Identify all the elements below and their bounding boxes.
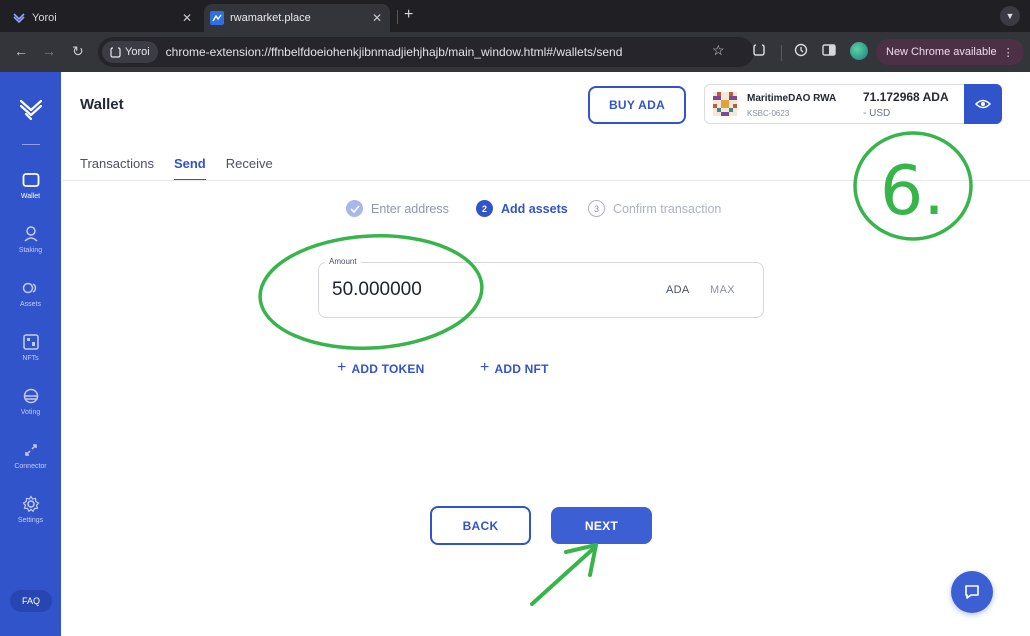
buy-ada-button[interactable]: BUY ADA [588, 86, 686, 124]
sidebar-item-connector[interactable]: Connector [0, 440, 61, 470]
plus-icon: + [480, 359, 490, 376]
tab-receive[interactable]: Receive [226, 156, 273, 181]
wallet-tabs: Transactions Send Receive [80, 156, 273, 181]
eye-icon [975, 99, 991, 109]
amount-input[interactable]: 50.000000 [332, 279, 422, 301]
sidebar-item-wallet[interactable]: Wallet [0, 170, 61, 200]
sidebar-divider [22, 144, 40, 145]
tabs-divider [62, 180, 1030, 181]
rwamarket-icon [210, 11, 224, 25]
add-nft-label: ADD NFT [494, 362, 549, 376]
step-number: 2 [476, 200, 493, 217]
browser-tab-bar: Yoroi ✕ rwamarket.place ✕ + ▼ [0, 0, 1030, 32]
step-label: Confirm transaction [613, 201, 722, 216]
wallet-name: MaritimeDAO RWA [747, 93, 837, 104]
new-tab-icon[interactable]: + [404, 6, 413, 24]
toggle-balance-visibility-button[interactable] [964, 84, 1002, 124]
sidebar-item-staking[interactable]: Staking [0, 224, 61, 254]
site-chip[interactable]: Yoroi [102, 41, 158, 63]
wallet-fiat-balance: - USD [863, 108, 891, 119]
close-icon[interactable]: ✕ [182, 11, 192, 25]
yoroi-logo[interactable] [18, 96, 44, 122]
annotation-arrow-head [564, 543, 598, 577]
tab-transactions[interactable]: Transactions [80, 156, 154, 181]
check-icon [346, 200, 363, 217]
sidebar-item-voting[interactable]: Voting [0, 386, 61, 416]
step-number: 3 [588, 200, 605, 217]
amount-unit: ADA [666, 284, 690, 296]
add-nft-button[interactable]: + ADD NFT [480, 359, 549, 377]
add-token-label: ADD TOKEN [351, 362, 425, 376]
forward-arrow-icon[interactable]: → [42, 43, 56, 59]
back-arrow-icon[interactable]: ← [14, 43, 28, 59]
sidebar-item-label: Settings [17, 517, 44, 524]
sidebar: Wallet Staking Assets NFTs Voting Connec… [0, 72, 61, 636]
chat-support-button[interactable] [951, 571, 993, 613]
reload-icon[interactable]: ↻ [72, 43, 84, 60]
wallet-balance: 71.172968 ADA [863, 90, 949, 104]
wallet-plate: KSBC-0623 [747, 109, 790, 118]
sidebar-item-settings[interactable]: Settings [0, 494, 61, 524]
toolbar-divider [781, 45, 782, 61]
tab-yoroi[interactable]: Yoroi ✕ [6, 4, 200, 32]
back-button[interactable]: BACK [430, 506, 531, 545]
voting-icon [21, 386, 41, 406]
max-button[interactable]: MAX [710, 284, 735, 296]
amount-field[interactable]: Amount 50.000000 ADA MAX [318, 257, 764, 318]
tab-rwamarket[interactable]: rwamarket.place ✕ [204, 4, 390, 32]
sidebar-item-label: Assets [19, 301, 41, 308]
extension-puzzle-icon[interactable] [752, 43, 766, 60]
bookmark-star-icon[interactable]: ☆ [712, 42, 725, 59]
browser-toolbar: ← → ↻ Yoroi chrome-extension://ffnbelfdo… [0, 32, 1030, 72]
tab-title: Yoroi [32, 12, 57, 24]
sidebar-item-label: Staking [18, 247, 43, 254]
kebab-menu-icon: ⋮ [1002, 46, 1014, 59]
nfts-icon [21, 332, 41, 352]
tab-search-icon[interactable]: ▼ [1000, 6, 1020, 26]
sidebar-item-assets[interactable]: Assets [0, 278, 61, 308]
tab-separator [397, 10, 398, 24]
staking-icon [21, 224, 41, 244]
next-button[interactable]: NEXT [551, 507, 652, 544]
page-title: Wallet [80, 96, 124, 113]
annotation-step-number: 6. [880, 152, 945, 231]
address-bar[interactable]: Yoroi chrome-extension://ffnbelfdoeiohen… [98, 37, 754, 67]
wallet-summary-card[interactable]: MaritimeDAO RWA KSBC-0623 71.172968 ADA … [704, 84, 1002, 124]
close-icon[interactable]: ✕ [372, 11, 382, 25]
sidebar-item-label: Connector [14, 463, 47, 470]
sidebar-item-label: Voting [20, 409, 41, 416]
connector-icon [21, 440, 41, 460]
extension-icon [110, 46, 121, 58]
add-token-button[interactable]: + ADD TOKEN [337, 359, 425, 377]
history-icon[interactable] [794, 43, 808, 60]
step-label: Enter address [371, 201, 449, 216]
chrome-update-label: New Chrome available [886, 46, 997, 58]
step-confirm-transaction: 3 Confirm transaction [588, 200, 721, 217]
step-label: Add assets [501, 201, 568, 216]
settings-icon [21, 494, 41, 514]
tab-title: rwamarket.place [230, 12, 311, 24]
sidebar-item-nfts[interactable]: NFTs [0, 332, 61, 362]
profile-avatar[interactable] [850, 42, 868, 60]
sidebar-item-label: NFTs [22, 355, 39, 362]
chrome-update-button[interactable]: New Chrome available ⋮ [876, 39, 1024, 65]
site-chip-label: Yoroi [125, 46, 150, 58]
plus-icon: + [337, 359, 347, 376]
amount-label: Amount [325, 257, 361, 266]
url-text: chrome-extension://ffnbelfdoeiohenkjibnm… [165, 45, 623, 59]
faq-button[interactable]: FAQ [10, 590, 52, 612]
chat-bubble-icon [965, 585, 979, 599]
step-add-assets: 2 Add assets [476, 200, 568, 217]
step-enter-address[interactable]: Enter address [346, 200, 449, 217]
assets-icon [21, 278, 41, 298]
yoroi-icon [12, 11, 26, 25]
sidebar-item-label: Wallet [20, 193, 41, 200]
wallet-avatar [713, 92, 737, 116]
wallet-icon [21, 170, 41, 190]
side-panel-icon[interactable] [822, 43, 836, 60]
annotation-arrow-shaft [530, 546, 596, 606]
tab-send[interactable]: Send [173, 156, 206, 181]
annotation-circle-step [853, 131, 973, 241]
